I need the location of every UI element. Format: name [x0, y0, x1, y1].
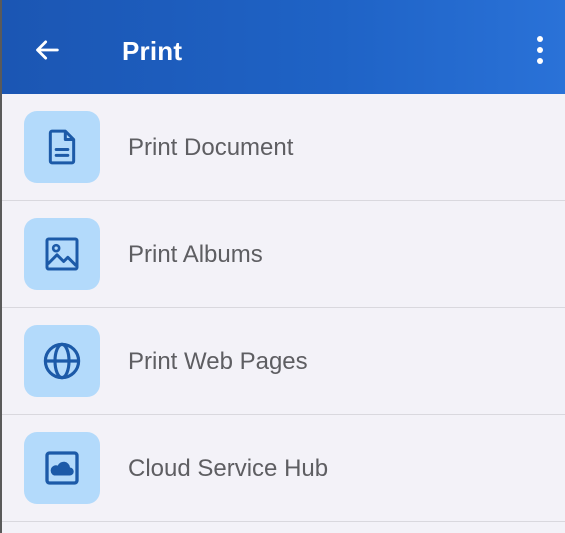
back-button[interactable] — [30, 32, 66, 68]
icon-tile — [24, 325, 100, 397]
more-options-button[interactable] — [526, 32, 554, 68]
menu-item-print-albums[interactable]: Print Albums — [2, 201, 565, 308]
print-options-list: Print Document Print Albums Print Web Pa… — [2, 94, 565, 522]
app-bar: Print — [2, 0, 565, 94]
icon-tile — [24, 218, 100, 290]
globe-icon — [43, 342, 81, 380]
menu-item-cloud-service-hub[interactable]: Cloud Service Hub — [2, 415, 565, 522]
print-screen: Print Print Document Print Albums Print … — [0, 0, 565, 533]
page-title: Print — [122, 36, 183, 66]
menu-item-label: Cloud Service Hub — [128, 455, 329, 482]
icon-tile — [24, 111, 100, 183]
menu-item-print-web-pages[interactable]: Print Web Pages — [2, 308, 565, 415]
menu-item-label: Print Web Pages — [128, 348, 308, 375]
cloud-icon — [45, 451, 79, 485]
more-vert-icon — [537, 36, 543, 64]
menu-item-label: Print Albums — [128, 241, 263, 268]
arrow-left-icon — [36, 40, 59, 60]
image-icon — [45, 237, 79, 271]
menu-item-label: Print Document — [128, 134, 294, 161]
icon-tile — [24, 432, 100, 504]
document-icon — [48, 129, 76, 165]
menu-item-print-document[interactable]: Print Document — [2, 94, 565, 201]
